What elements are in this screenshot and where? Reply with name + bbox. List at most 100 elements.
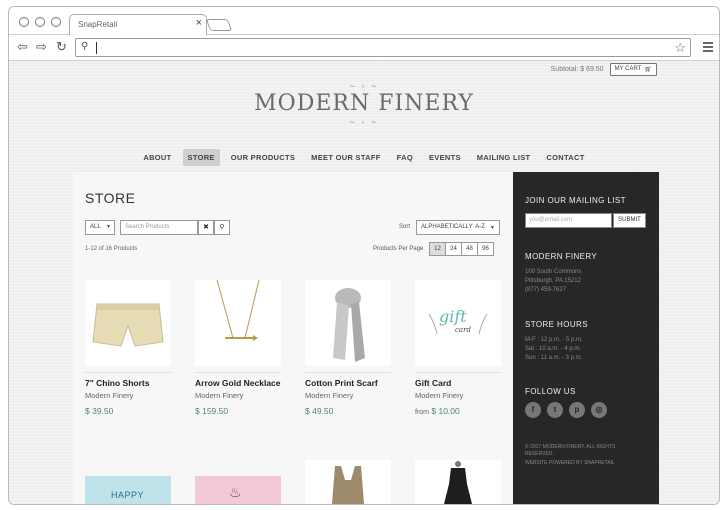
per-page-12-button[interactable]: 12 [429,242,446,256]
address-line-1: 100 South Commons [525,269,582,275]
black-dress-image [444,461,472,504]
product-image[interactable] [195,280,281,366]
product-card[interactable]: Cotton Print Scarf Modern Finery $ 49.50 [305,280,397,416]
category-filter-select[interactable]: ALL ▼ [85,220,115,235]
nav-item-events[interactable]: EVENTS [424,149,466,166]
social-links: f t p ◎ [525,402,607,418]
bookmark-star-icon[interactable]: ☆ [674,40,686,56]
new-tab-button[interactable] [205,19,233,31]
product-card[interactable] [305,460,397,504]
product-price-value: $ 39.50 [85,405,114,416]
product-image[interactable]: HAPPY [85,476,171,504]
product-name[interactable]: Cotton Print Scarf [305,378,397,389]
necklace-image [216,280,260,341]
close-window-button[interactable] [19,17,29,27]
tab-close-icon[interactable]: × [196,17,202,29]
product-brand: Modern Finery [415,390,464,400]
product-image[interactable] [415,460,501,504]
cart-icon: 🛒︎ [644,66,652,73]
sort-select[interactable]: ALPHABETICALLY: A-Z ▼ [416,220,500,235]
product-card[interactable]: ♨ [195,476,287,504]
hours-sunday: Sun : 11 a.m. - 3 p.m. [525,355,583,361]
category-filter-value: ALL [90,224,101,230]
product-brand: Modern Finery [195,390,244,400]
product-count: 1-12 of 16 Products [85,246,138,252]
product-image[interactable]: ♨ [195,476,281,504]
per-page-24-button[interactable]: 24 [445,242,462,256]
product-price-value: $ 159.50 [195,405,229,416]
clear-search-button[interactable]: ✖ [198,220,214,235]
nav-item-contact[interactable]: CONTACT [541,149,589,166]
back-arrow-icon[interactable]: ⇦ [17,40,28,54]
nav-item-about[interactable]: ABOUT [138,149,176,166]
product-name[interactable]: Arrow Gold Necklace [195,378,287,389]
menu-icon[interactable] [703,42,713,54]
main-navigation: ABOUT STORE OUR PRODUCTS MEET OUR STAFF … [9,149,719,166]
forward-arrow-icon[interactable]: ⇨ [36,40,47,54]
instagram-icon[interactable]: ◎ [591,402,607,418]
email-field[interactable]: you@email.com [525,213,612,228]
divider [415,372,501,373]
twitter-icon[interactable]: t [547,402,563,418]
copyright-line-2: RESERVED. [525,451,554,457]
nav-item-meet-our-staff[interactable]: MEET OUR STAFF [306,149,385,166]
product-image[interactable]: gift card [415,280,501,366]
cupcake-icon: ♨ [229,484,242,500]
chevron-down-icon: ▼ [490,225,495,231]
minimize-window-button[interactable] [35,17,45,27]
browser-window: SnapRetail × ⇦ ⇨ ↻ ⚲ ☆ Subtotal: $ 69.50… [8,6,720,505]
browser-tab[interactable]: SnapRetail × [69,14,207,36]
product-name[interactable]: Gift Card [415,378,507,389]
sort-label: Sort [399,224,411,230]
url-input[interactable]: ⚲ ☆ [75,38,691,57]
mailing-list-heading: JOIN OUR MAILING LIST [525,196,626,205]
product-card[interactable]: gift card Gift Card Modern Finery from $… [415,280,507,416]
image-lettering: HAPPY [111,490,145,500]
product-price: from $ 10.00 [415,406,507,416]
per-page-48-button[interactable]: 48 [461,242,478,256]
pinterest-icon[interactable]: p [569,402,585,418]
scarf-image [333,288,365,362]
follow-us-heading: FOLLOW US [525,387,576,396]
product-card[interactable]: Arrow Gold Necklace Modern Finery $ 159.… [195,280,287,416]
svg-text:card: card [455,326,471,334]
site-logo[interactable]: ~ ◦ ~ MODERN FINERY ~ ◦ ~ [9,81,719,127]
address-line-2: Pittsburgh, PA 15212 [525,278,581,284]
store-hours-heading: STORE HOURS [525,320,588,329]
product-image[interactable] [85,280,171,366]
submit-button[interactable]: SUBMIT [613,213,646,228]
product-brand: Modern Finery [85,390,134,400]
sort-value: ALPHABETICALLY: A-Z [421,224,485,230]
company-heading: MODERN FINERY [525,252,598,261]
product-search-input[interactable]: Search Products [120,220,198,235]
product-price-value: $ 49.50 [305,405,334,416]
per-page-96-button[interactable]: 96 [477,242,494,256]
divider [195,372,281,373]
ornament-bottom-icon: ~ ◦ ~ [349,117,379,127]
reload-icon[interactable]: ↻ [56,40,67,54]
maximize-window-button[interactable] [51,17,61,27]
product-card[interactable]: HAPPY [85,476,177,504]
per-page-label: Products Per Page [373,246,424,252]
product-card[interactable]: 7" Chino Shorts Modern Finery $ 39.50 [85,280,177,416]
product-price: $ 159.50 [195,406,287,416]
product-card[interactable] [415,460,507,504]
cart-bar: Subtotal: $ 69.50 MY CART 🛒︎ [551,61,657,77]
product-image[interactable] [305,280,391,366]
window-controls [19,17,61,27]
tab-title: SnapRetail [78,20,118,29]
phone-number[interactable]: (877) 459-7627 [525,286,566,295]
nav-item-store[interactable]: STORE [182,149,220,166]
logo-text: MODERN FINERY [254,91,474,116]
nav-item-faq[interactable]: FAQ [392,149,418,166]
facebook-icon[interactable]: f [525,402,541,418]
nav-item-our-products[interactable]: OUR PRODUCTS [226,149,300,166]
nav-item-mailing-list[interactable]: MAILING LIST [472,149,536,166]
svg-text:gift: gift [439,307,467,326]
search-button[interactable]: ⚲ [214,220,230,235]
my-cart-button[interactable]: MY CART 🛒︎ [609,62,657,76]
product-image[interactable] [305,460,391,504]
ornament-top-icon: ~ ◦ ~ [349,81,379,91]
product-name[interactable]: 7" Chino Shorts [85,378,177,389]
powered-by[interactable]: WEBSITE POWERED BY SNAPRETAIL [525,460,615,467]
